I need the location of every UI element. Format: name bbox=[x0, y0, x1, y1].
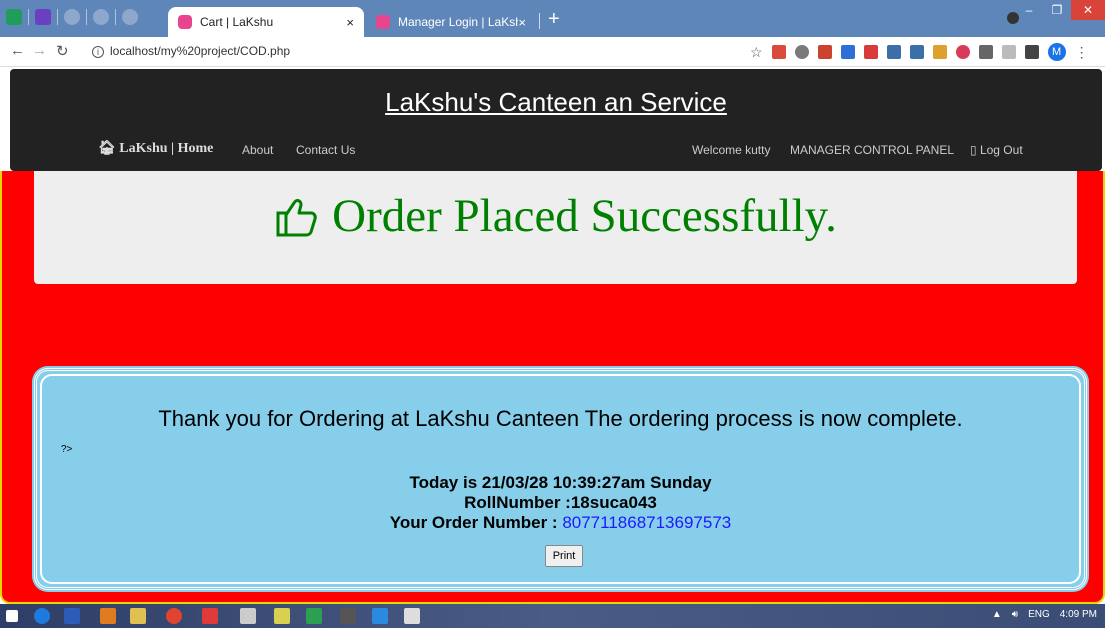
system-tray: ▲ 🔊︎ ENG 4:09 PM bbox=[992, 609, 1097, 620]
home-link[interactable]: 🏠︎ LaKshu | Home bbox=[98, 140, 213, 157]
tab-manager-login[interactable]: Manager Login | LaKshu × bbox=[366, 7, 536, 37]
extension-icon[interactable] bbox=[840, 45, 855, 59]
thumbs-up-icon bbox=[276, 199, 317, 237]
stray-text: ?> bbox=[61, 444, 73, 455]
notepad-icon[interactable] bbox=[240, 608, 256, 624]
puzzle-icon[interactable] bbox=[1024, 45, 1039, 59]
window-controls: – ❐ ✕ bbox=[1015, 0, 1105, 20]
extension-icon[interactable] bbox=[817, 45, 832, 59]
site-favicon-icon bbox=[178, 15, 192, 29]
order-number-label: Your Order Number : bbox=[389, 513, 558, 532]
extension-icon[interactable] bbox=[955, 45, 970, 59]
home-icon: 🏠︎ bbox=[98, 141, 116, 156]
order-number-line: Your Order Number : 807711868713697573 bbox=[37, 513, 1084, 533]
close-tab-icon[interactable]: × bbox=[518, 15, 526, 30]
new-tab-button[interactable]: + bbox=[548, 8, 560, 31]
tab-title: Manager Login | LaKshu bbox=[398, 15, 519, 29]
print-button[interactable]: Print bbox=[545, 545, 583, 567]
vlc-icon[interactable] bbox=[100, 608, 116, 624]
extensions-row: ☆ M ⋮ bbox=[750, 43, 1089, 61]
site-header: LaKshu's Canteen an Service 🏠︎ LaKshu | … bbox=[10, 69, 1102, 171]
clock[interactable]: 4:09 PM bbox=[1060, 609, 1097, 620]
nav-about[interactable]: About bbox=[242, 143, 273, 157]
extension-icon[interactable] bbox=[794, 45, 809, 59]
edge-icon[interactable] bbox=[34, 608, 50, 624]
app-icon[interactable] bbox=[404, 608, 420, 624]
extension-icon[interactable] bbox=[863, 45, 878, 59]
extension-icon[interactable] bbox=[886, 45, 901, 59]
success-banner: Order Placed Successfully. bbox=[34, 171, 1077, 284]
restore-button[interactable]: ❐ bbox=[1043, 0, 1071, 20]
pinned-tab-icon[interactable] bbox=[93, 9, 109, 25]
nav-welcome[interactable]: Welcome kutty bbox=[692, 143, 770, 157]
browser-tab-bar: Cart | LaKshu × Manager Login | LaKshu ×… bbox=[0, 0, 1105, 37]
site-title[interactable]: LaKshu's Canteen an Service bbox=[10, 87, 1102, 118]
telegram-icon[interactable] bbox=[372, 608, 388, 624]
nav-logout[interactable]: ▯ Log Out bbox=[970, 143, 1023, 157]
chrome-icon[interactable] bbox=[166, 608, 182, 624]
url-field[interactable]: i localhost/my%20project/COD.php bbox=[92, 44, 290, 58]
word-icon[interactable] bbox=[64, 608, 80, 624]
pinned-tab-icon[interactable] bbox=[64, 9, 80, 25]
confirmation-card: Thank you for Ordering at LaKshu Canteen… bbox=[34, 368, 1087, 590]
extension-icon[interactable] bbox=[1001, 45, 1016, 59]
forward-arrow-icon[interactable]: → bbox=[32, 42, 47, 59]
address-bar: ← → ↻ i localhost/my%20project/COD.php ☆ … bbox=[0, 37, 1105, 67]
pinned-tab-icon[interactable] bbox=[122, 9, 138, 25]
url-text: localhost/my%20project/COD.php bbox=[110, 44, 291, 58]
success-message-row: Order Placed Successfully. bbox=[34, 189, 1077, 243]
extension-icon[interactable] bbox=[978, 45, 993, 59]
extension-icon[interactable] bbox=[909, 45, 924, 59]
menu-dots-icon[interactable]: ⋮ bbox=[1075, 44, 1089, 61]
profile-avatar[interactable]: M bbox=[1047, 43, 1066, 61]
logout-label: Log Out bbox=[979, 143, 1023, 157]
page-content: LaKshu's Canteen an Service 🏠︎ LaKshu | … bbox=[0, 67, 1105, 604]
language-indicator[interactable]: ENG bbox=[1028, 609, 1050, 620]
bookmark-star-icon[interactable]: ☆ bbox=[750, 44, 763, 61]
logout-icon: ▯ bbox=[970, 143, 977, 157]
minimize-button[interactable]: – bbox=[1015, 0, 1043, 20]
success-message: Order Placed Successfully. bbox=[332, 190, 837, 242]
pinned-tabs bbox=[6, 9, 138, 25]
nav-manager-panel[interactable]: MANAGER CONTROL PANEL bbox=[790, 143, 954, 157]
folder-icon[interactable] bbox=[130, 608, 146, 624]
nav-contact[interactable]: Contact Us bbox=[296, 143, 355, 157]
close-tab-icon[interactable]: × bbox=[346, 15, 354, 30]
extension-icon[interactable] bbox=[771, 45, 786, 59]
back-arrow-icon[interactable]: ← bbox=[10, 42, 25, 59]
roll-number-line: RollNumber :18suca043 bbox=[464, 493, 657, 512]
app-icon[interactable] bbox=[306, 608, 322, 624]
today-line: Today is 21/03/28 10:39:27am Sunday bbox=[409, 473, 712, 492]
main-area: Order Placed Successfully. Thank you for… bbox=[0, 171, 1105, 604]
pinned-tab-icon[interactable] bbox=[35, 9, 51, 25]
brand-label: LaKshu | Home bbox=[119, 141, 214, 156]
app-icon[interactable] bbox=[202, 608, 218, 624]
volume-icon[interactable]: 🔊︎ bbox=[1012, 609, 1018, 620]
pinned-tab-icon[interactable] bbox=[6, 9, 22, 25]
reload-icon[interactable]: ↻ bbox=[56, 42, 69, 60]
app-icon[interactable] bbox=[274, 608, 290, 624]
taskbar: ▲ 🔊︎ ENG 4:09 PM bbox=[0, 604, 1105, 628]
start-button-icon[interactable] bbox=[6, 610, 18, 622]
tab-title: Cart | LaKshu bbox=[200, 15, 274, 29]
thanks-message: Thank you for Ordering at LaKshu Canteen… bbox=[158, 406, 963, 431]
order-number: 807711868713697573 bbox=[562, 513, 732, 532]
tab-cart[interactable]: Cart | LaKshu × bbox=[168, 7, 364, 37]
app-icon[interactable] bbox=[340, 608, 356, 624]
site-favicon-icon bbox=[376, 15, 390, 29]
info-icon[interactable]: i bbox=[92, 46, 104, 58]
close-window-button[interactable]: ✕ bbox=[1071, 0, 1105, 20]
extension-icon[interactable] bbox=[932, 45, 947, 59]
network-icon[interactable]: ▲ bbox=[992, 609, 1002, 620]
